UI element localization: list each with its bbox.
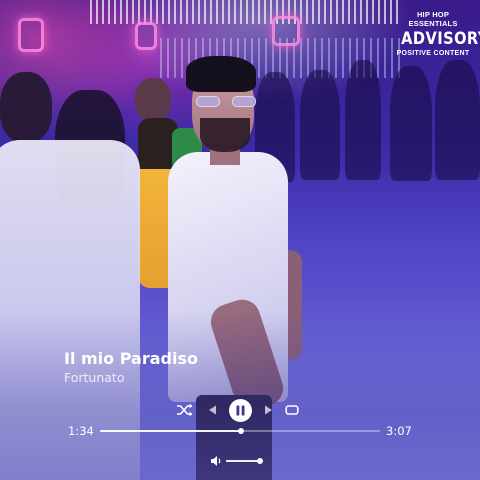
main-figure-beard (200, 118, 250, 152)
player-screen: HIP HOP ESSENTIALS ADVISORY POSITIVE CON… (0, 0, 480, 480)
advisory-badge-top: HIP HOP ESSENTIALS (408, 10, 458, 28)
repeat-icon (285, 405, 299, 415)
repeat-button[interactable] (282, 398, 302, 422)
previous-button[interactable] (205, 398, 219, 422)
crowd-figure (345, 60, 381, 180)
volume-slider[interactable] (226, 458, 263, 464)
current-time: 1:34 (68, 424, 94, 438)
advisory-badge: HIP HOP ESSENTIALS ADVISORY POSITIVE CON… (396, 10, 480, 57)
crowd-figure (390, 66, 432, 181)
advisory-badge-bottom: POSITIVE CONTENT (396, 50, 470, 57)
pause-icon (236, 405, 244, 415)
play-pause-circle (228, 398, 252, 422)
neon-sign (18, 18, 44, 52)
crowd-figure (435, 60, 480, 180)
play-pause-button[interactable] (228, 398, 252, 422)
previous-icon (208, 405, 216, 415)
advisory-badge-main: ADVISORY (401, 29, 480, 49)
neon-sign (135, 22, 157, 50)
volume-fill (226, 460, 260, 462)
sunglasses (196, 96, 256, 108)
next-button[interactable] (261, 398, 275, 422)
progress-fill (100, 430, 241, 432)
total-time: 3:07 (386, 424, 412, 438)
main-figure-hair (186, 56, 256, 92)
shuffle-icon (177, 403, 193, 417)
shuffle-button[interactable] (175, 398, 195, 422)
volume-handle[interactable] (257, 458, 263, 464)
neon-sign (272, 16, 300, 46)
next-icon (264, 405, 272, 415)
left-figure-head (0, 72, 52, 142)
track-title: Il mio Paradiso (64, 349, 198, 368)
progress-bar[interactable] (100, 428, 380, 434)
stage-lights (90, 0, 400, 24)
controls-gradient-overlay (0, 310, 480, 480)
track-artist[interactable]: Fortunato (64, 370, 125, 385)
transport-controls (175, 398, 303, 422)
volume-icon[interactable] (210, 455, 222, 467)
woman-figure-head (135, 78, 171, 122)
crowd-figure (300, 70, 340, 180)
progress-handle[interactable] (237, 428, 244, 434)
